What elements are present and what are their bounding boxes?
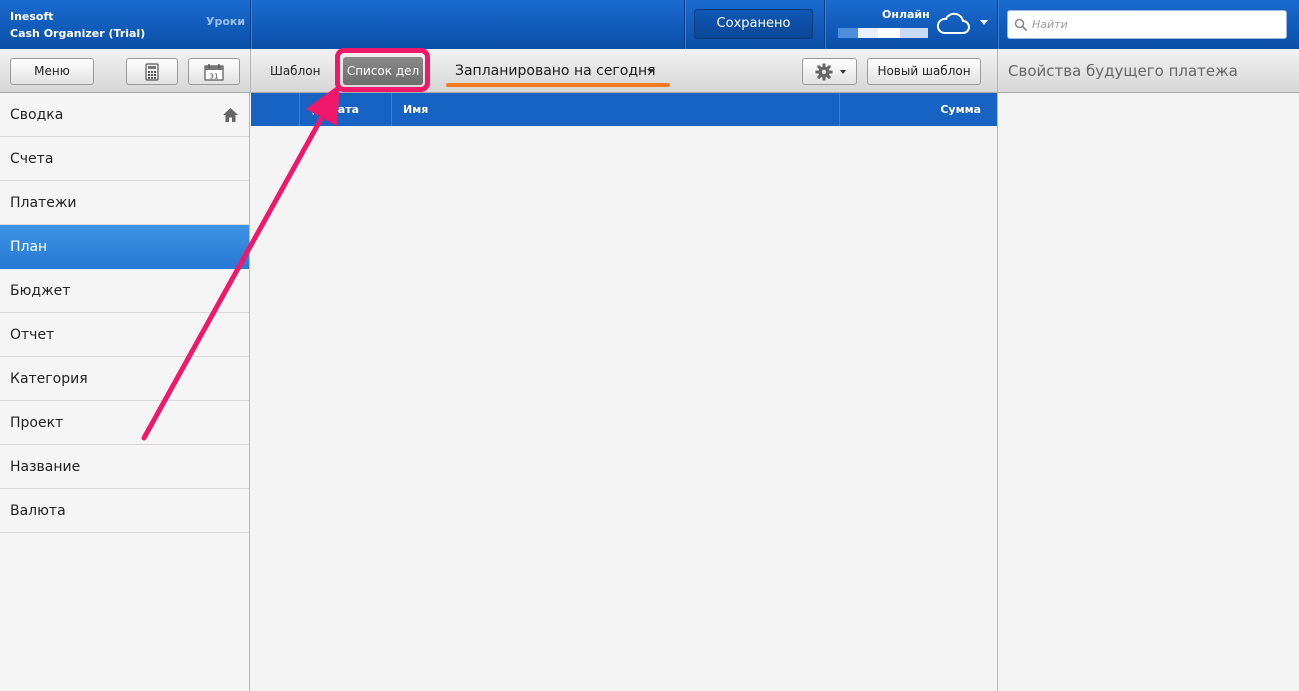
sidebar-item-label: Платежи (10, 195, 77, 211)
calendar-day: 31 (210, 73, 219, 81)
settings-button[interactable] (802, 58, 857, 85)
search-box[interactable] (1007, 10, 1287, 39)
sidebar-item-accounts[interactable]: Счета (0, 137, 249, 181)
sidebar-item-name[interactable]: Название (0, 445, 249, 489)
sidebar-item-project[interactable]: Проект (0, 401, 249, 445)
sidebar-item-label: Валюта (10, 503, 66, 519)
properties-panel-title: Свойства будущего платежа (1008, 62, 1238, 80)
sidebar-item-plan[interactable]: План (0, 225, 249, 269)
new-template-button[interactable]: Новый шаблон (867, 58, 981, 85)
header-divider (824, 0, 825, 49)
chevron-down-icon[interactable] (980, 20, 988, 25)
payment-properties-panel (997, 93, 1299, 691)
brand-product: Cash Organizer (Trial) (10, 27, 146, 40)
sidebar-item-label: План (10, 239, 48, 255)
sidebar-item-label: Название (10, 459, 81, 475)
annotation-underline (446, 83, 670, 87)
calendar-button[interactable]: 31 (188, 58, 240, 85)
sidebar-item-label: Счета (10, 151, 54, 167)
toolbar-divider (997, 49, 998, 93)
sidebar-item-label: Сводка (10, 107, 64, 123)
sidebar-item-summary[interactable]: Сводка (0, 93, 249, 137)
search-icon (1014, 18, 1028, 32)
column-divider (299, 93, 300, 126)
column-divider (839, 93, 840, 126)
chevron-down-icon (840, 70, 846, 74)
table-header: д. дата Имя Сумма (251, 93, 997, 126)
sidebar-item-payments[interactable]: Платежи (0, 181, 249, 225)
cloud-icon[interactable] (935, 12, 971, 36)
header-divider (684, 0, 685, 49)
sidebar-item-report[interactable]: Отчет (0, 313, 249, 357)
sidebar-item-label: Отчет (10, 327, 55, 343)
online-status: Онлайн (882, 8, 930, 21)
toolbar-divider (250, 49, 251, 93)
account-name-redacted (838, 28, 928, 38)
calendar-icon: 31 (204, 64, 224, 81)
column-divider (391, 93, 392, 126)
chevron-down-icon[interactable] (647, 69, 655, 73)
app-brand: Inesoft Cash Organizer (Trial) (10, 8, 145, 42)
home-icon[interactable] (222, 107, 239, 123)
lessons-link[interactable]: Уроки (206, 15, 245, 28)
column-header-date[interactable]: д. дата (312, 103, 359, 116)
sidebar-item-label: Бюджет (10, 283, 71, 299)
sidebar-item-currency[interactable]: Валюта (0, 489, 249, 533)
header-divider (250, 0, 251, 49)
sidebar-item-label: Категория (10, 371, 88, 387)
scheduled-payments-list: д. дата Имя Сумма (251, 93, 997, 691)
column-header-sum[interactable]: Сумма (940, 103, 981, 116)
sidebar-item-category[interactable]: Категория (0, 357, 249, 401)
gear-icon (815, 63, 833, 81)
column-header-name[interactable]: Имя (403, 103, 428, 116)
calculator-button[interactable] (126, 58, 178, 85)
sidebar-item-budget[interactable]: Бюджет (0, 269, 249, 313)
header-divider (997, 0, 998, 49)
planned-filter-dropdown[interactable]: Запланировано на сегодня (455, 63, 656, 79)
app-header: Inesoft Cash Organizer (Trial) Уроки Сох… (0, 0, 1299, 49)
tab-template[interactable]: Шаблон (270, 64, 320, 78)
sidebar: Сводка Счета Платежи План Бюджет Отчет К… (0, 93, 250, 691)
sidebar-item-label: Проект (10, 415, 64, 431)
search-input[interactable] (1032, 15, 1280, 34)
saved-status-button[interactable]: Сохранено (694, 9, 813, 39)
calculator-icon (145, 63, 159, 81)
annotation-highlight-box (335, 48, 430, 92)
brand-company: Inesoft (10, 10, 54, 23)
menu-button[interactable]: Меню (10, 58, 94, 85)
